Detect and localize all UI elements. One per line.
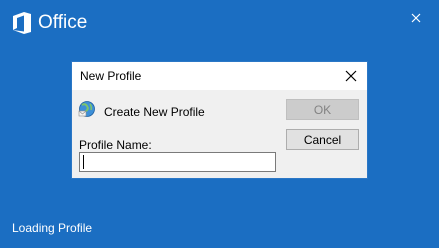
office-logo: Office: [12, 11, 87, 35]
cancel-button[interactable]: Cancel: [286, 129, 359, 150]
close-icon[interactable]: [409, 11, 423, 25]
dialog-close-button[interactable]: [345, 69, 357, 82]
create-profile-label: Create New Profile: [104, 104, 205, 119]
create-profile-header: Create New Profile: [78, 99, 205, 124]
globe-mail-icon: [78, 99, 96, 124]
office-brand-text: Office: [38, 12, 88, 33]
profile-name-label: Profile Name:: [79, 138, 152, 152]
close-icon: [345, 70, 357, 82]
new-profile-dialog: New Profile Create New Profile OK Cancel…: [71, 61, 368, 179]
text-caret: [83, 155, 84, 169]
dialog-titlebar[interactable]: New Profile: [72, 62, 367, 90]
office-splash-screen: Office Loading Profile New Profile Creat…: [0, 0, 439, 248]
ok-button[interactable]: OK: [286, 99, 359, 120]
dialog-title: New Profile: [80, 69, 142, 83]
office-logo-icon: [12, 11, 32, 35]
profile-name-input[interactable]: [79, 152, 276, 172]
loading-status: Loading Profile: [12, 221, 93, 235]
